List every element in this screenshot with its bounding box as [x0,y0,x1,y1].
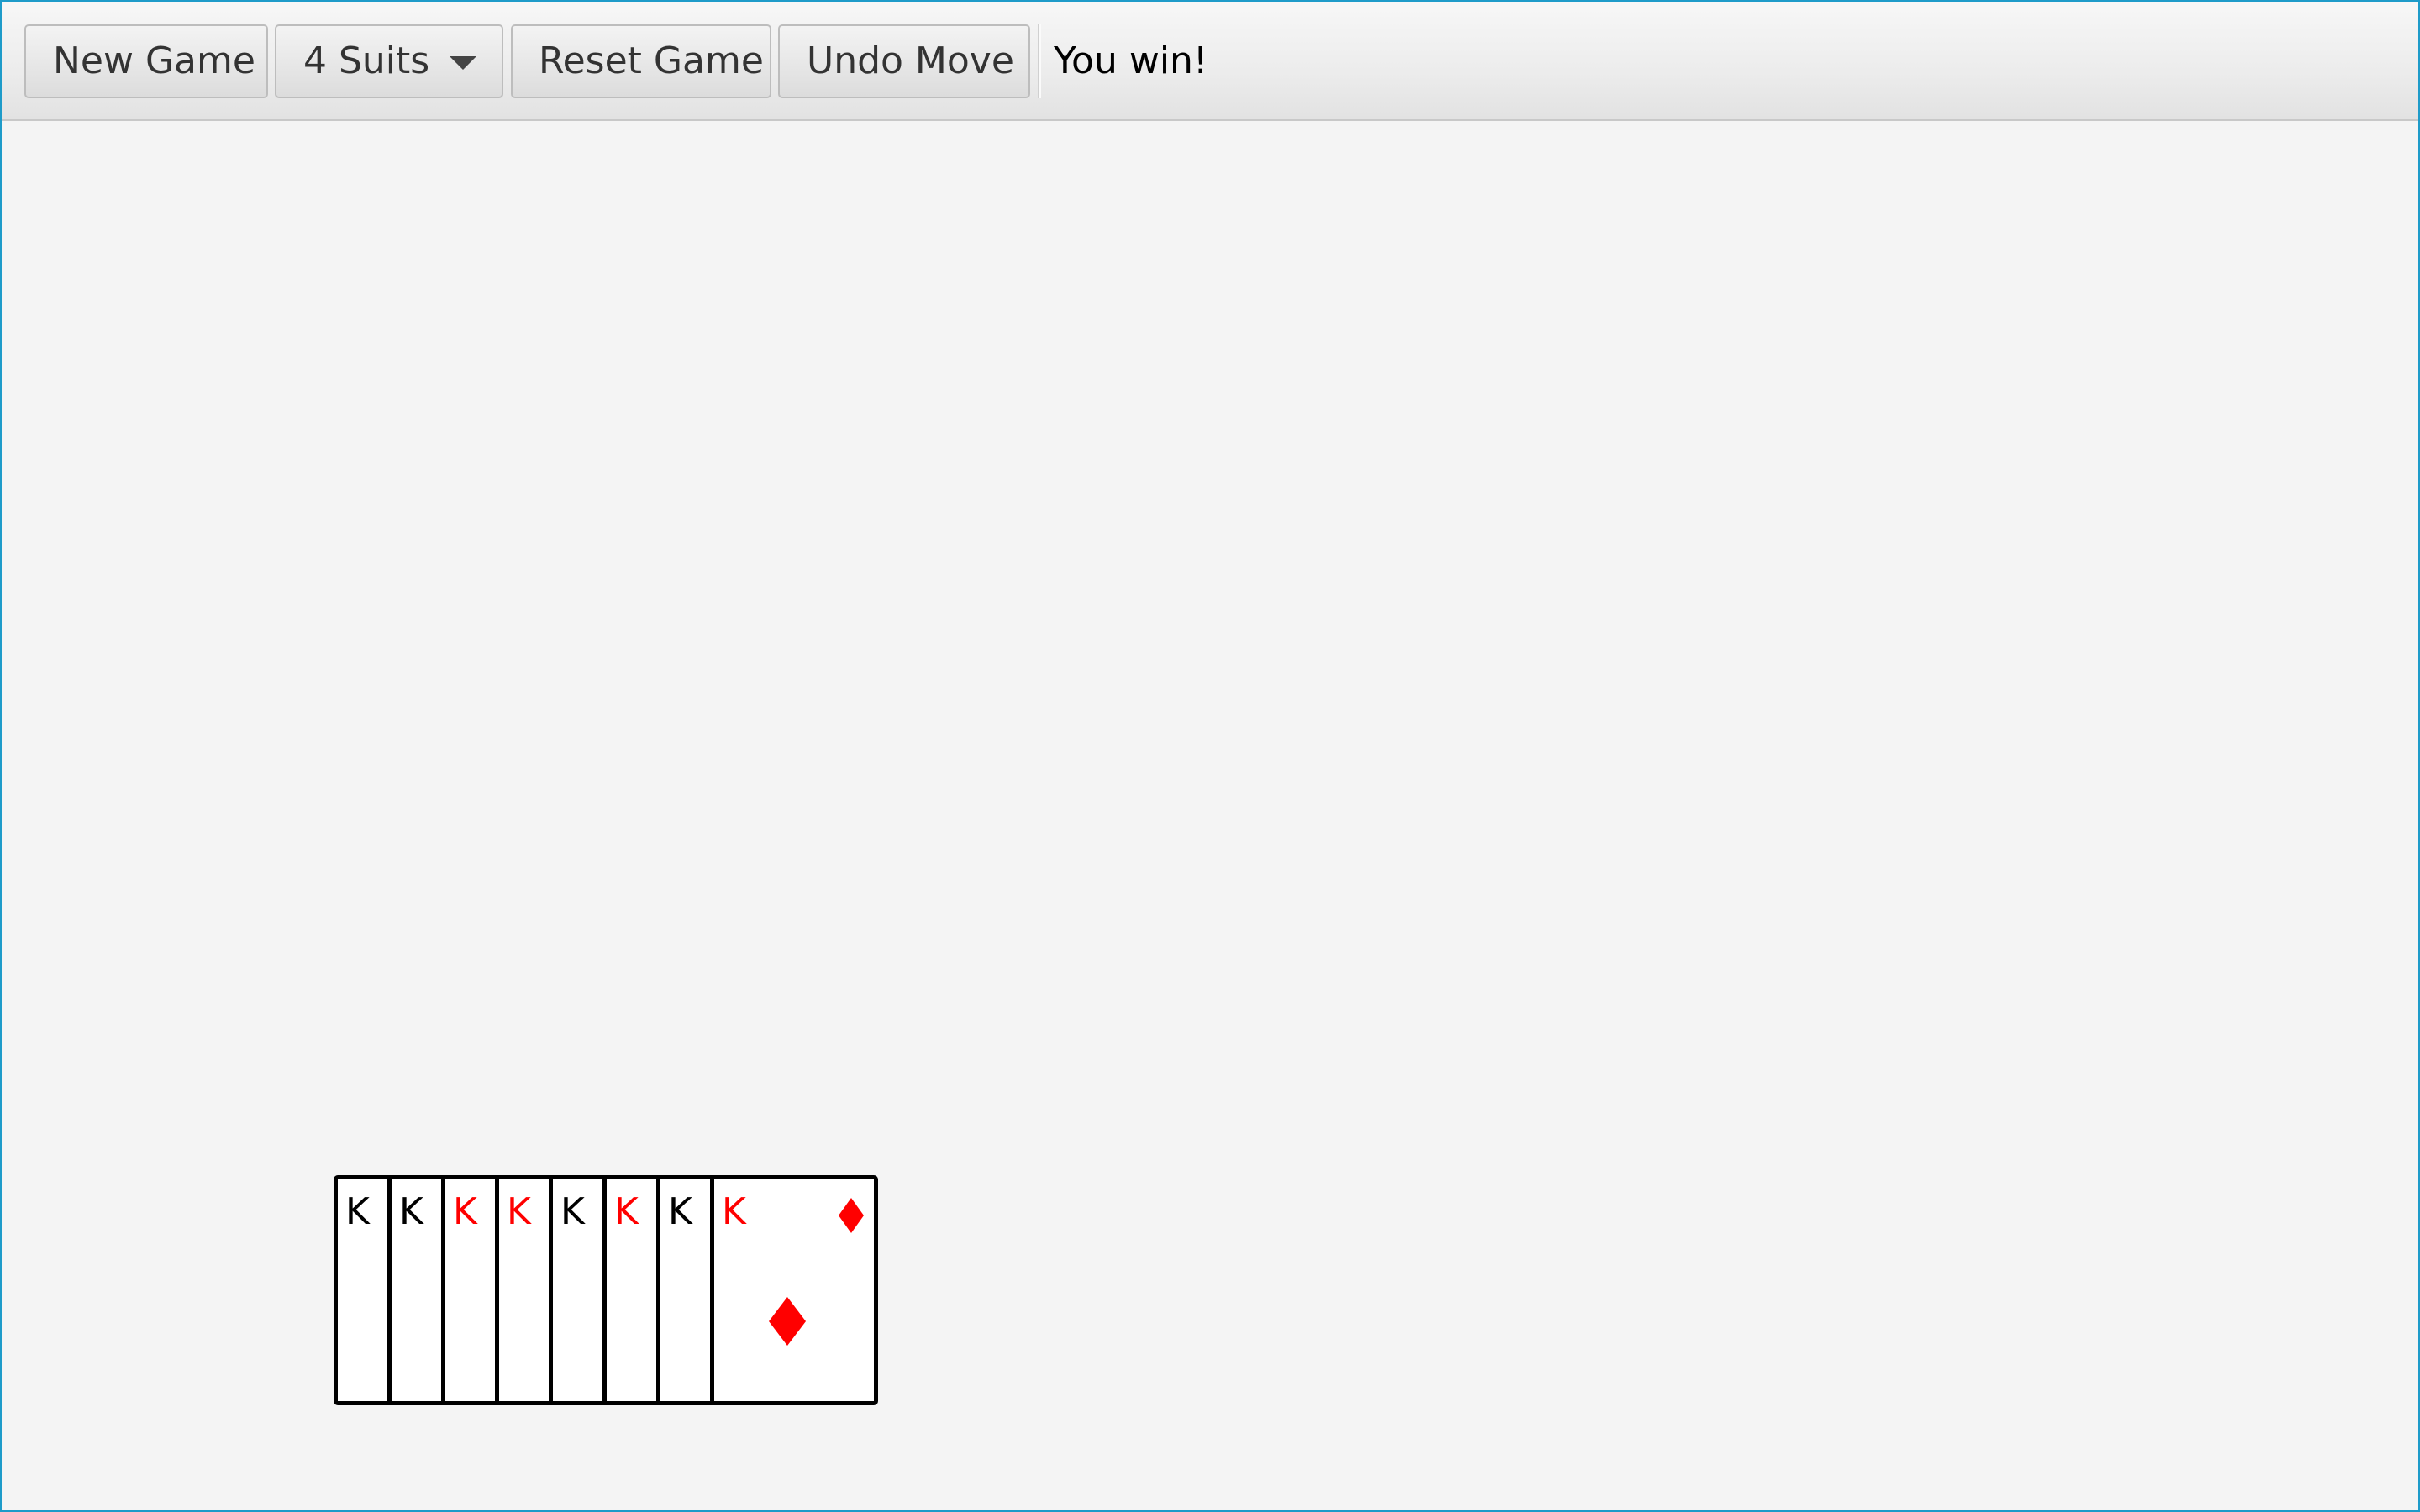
game-window: New Game 4 Suits Reset Game Undo Move Yo… [0,0,2420,1512]
diamond-icon [839,1198,864,1236]
suits-dropdown[interactable]: 4 Suits [275,24,503,98]
game-board: KKKKKKKK [2,121,2418,1510]
new-game-label: New Game [53,39,255,82]
card-rank: K [345,1190,370,1233]
card-rank: K [399,1190,424,1233]
reset-game-button[interactable]: Reset Game [511,24,771,98]
card-rank: K [507,1190,531,1233]
toolbar: New Game 4 Suits Reset Game Undo Move Yo… [2,2,2418,121]
undo-move-button[interactable]: Undo Move [778,24,1030,98]
diamond-icon [769,1297,806,1349]
reset-game-label: Reset Game [539,39,764,82]
status-message: You win! [1054,39,1208,82]
new-game-button[interactable]: New Game [24,24,268,98]
foundation-card: K [710,1175,878,1405]
card-rank: K [668,1190,692,1233]
card-rank: K [614,1190,639,1233]
card-rank: K [453,1190,477,1233]
undo-move-label: Undo Move [807,39,1014,82]
toolbar-separator [1038,24,1041,98]
card-rank: K [560,1190,585,1233]
card-rank: K [722,1190,746,1233]
chevron-down-icon [450,56,476,70]
suits-selected-label: 4 Suits [303,39,430,82]
